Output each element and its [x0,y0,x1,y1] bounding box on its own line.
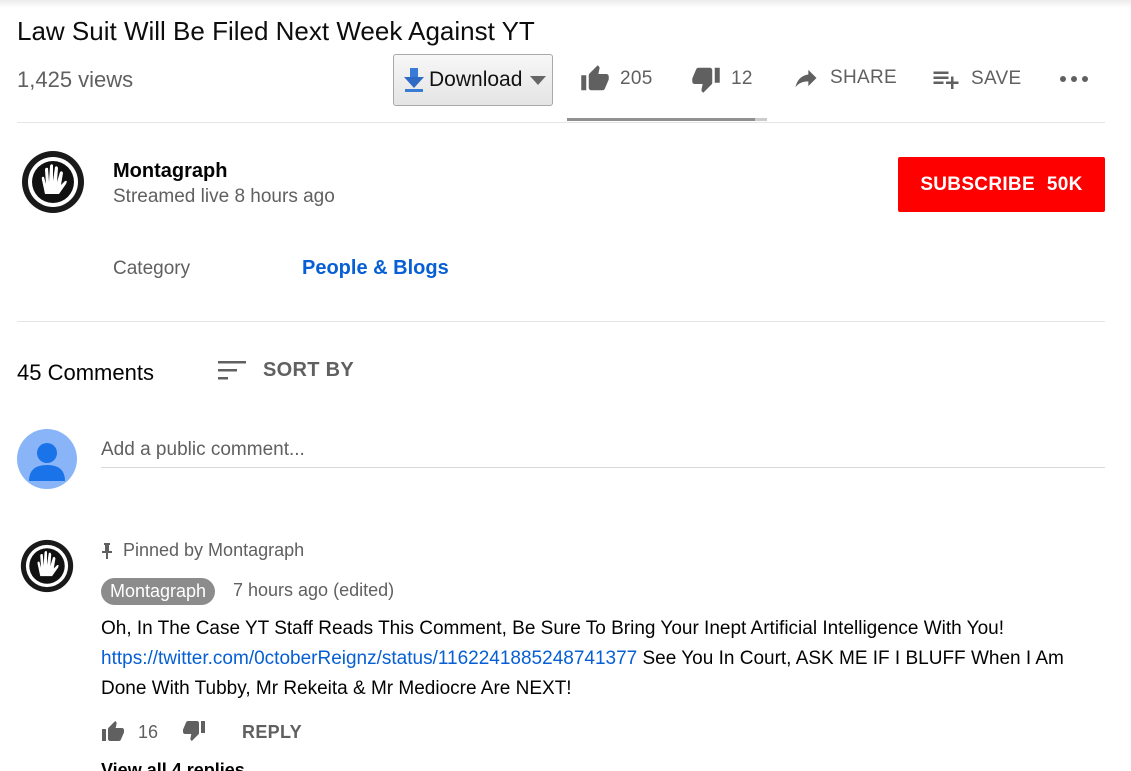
thumbs-down-icon [183,720,206,741]
channel-name[interactable]: Montagraph [113,160,227,183]
comment-like-button[interactable]: 16 [101,720,158,744]
comment-link[interactable]: https://twitter.com/0ctoberReignz/status… [101,648,637,669]
view-replies-link[interactable]: View all 4 replies [101,760,245,771]
pin-icon [102,542,112,559]
add-comment-input[interactable] [101,432,1105,468]
comments-count: 45 Comments [17,360,154,385]
download-label: Download [429,68,523,91]
view-count: 1,425 views [17,67,134,92]
category-link[interactable]: People & Blogs [302,257,449,280]
subscribe-button[interactable]: SUBSCRIBE 50K [898,157,1105,212]
thumbs-up-icon [102,721,124,741]
comment-like-count: 16 [138,721,159,742]
share-button[interactable]: SHARE [792,64,897,92]
thumbs-down-icon [692,67,720,93]
subscriber-count: 50K [1046,173,1083,195]
sort-by-label: SORT BY [263,358,354,381]
like-button[interactable]: 205 [580,64,653,94]
playlist-add-icon [933,71,959,89]
reply-button[interactable]: REPLY [242,722,302,743]
sort-by-button[interactable]: SORT BY [218,358,354,382]
pinned-label: Pinned by Montagraph [123,540,305,560]
pinned-indicator: Pinned by Montagraph [101,540,304,561]
thumbs-up-icon [581,65,609,91]
subscribe-label: SUBSCRIBE [920,173,1035,195]
category-label: Category [113,258,191,279]
comment-timestamp[interactable]: 7 hours ago (edited) [233,580,394,601]
dislike-button[interactable]: 12 [691,64,753,94]
dislike-count: 12 [731,68,753,89]
top-shadow [0,0,1131,8]
stream-date: Streamed live 8 hours ago [113,186,335,207]
more-horizontal-icon [1060,76,1088,82]
comment-author-badge[interactable]: Montagraph [101,578,216,605]
comment-text-start: Oh, In The Case YT Staff Reads This Comm… [101,618,1005,639]
download-arrow-icon [402,66,426,94]
sort-icon [218,361,246,380]
like-ratio-fill [567,118,755,121]
chevron-down-icon [530,75,547,85]
more-actions-button[interactable] [1059,74,1089,84]
share-arrow-icon [795,69,817,88]
divider [17,122,1105,123]
like-count: 205 [620,68,653,89]
person-icon [29,443,65,481]
share-label: SHARE [830,67,897,88]
download-button[interactable]: Download [393,54,553,106]
comment-dislike-button[interactable] [182,718,206,747]
divider [17,321,1105,322]
video-title: Law Suit Will Be Filed Next Week Against… [17,16,535,46]
save-button[interactable]: SAVE [931,64,1021,94]
comment-actions: 16 REPLY [101,720,302,744]
comment-author-avatar[interactable] [20,539,74,593]
like-ratio-bar [567,118,767,121]
user-avatar [17,429,77,489]
comment-text: Oh, In The Case YT Staff Reads This Comm… [101,614,1111,704]
channel-avatar[interactable] [21,150,85,214]
save-label: SAVE [971,68,1022,89]
